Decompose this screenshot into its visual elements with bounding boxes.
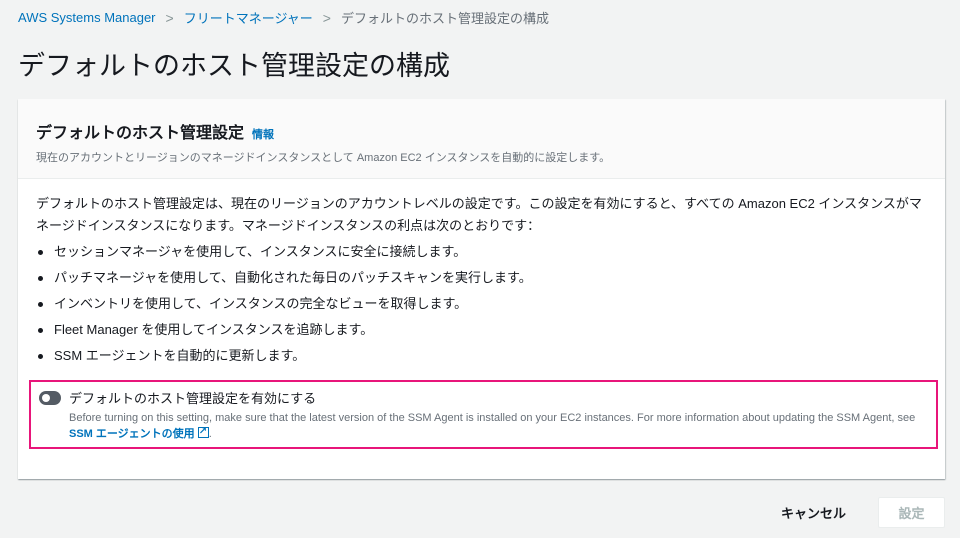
- card-title: デフォルトのホスト管理設定: [36, 125, 245, 142]
- list-item: Fleet Manager を使用してインスタンスを追跡します。: [36, 317, 927, 343]
- toggle-description: Before turning on this setting, make sur…: [69, 410, 928, 442]
- page-title: デフォルトのホスト管理設定の構成: [18, 51, 450, 81]
- breadcrumb: AWS Systems Manager > フリートマネージャー > デフォルト…: [18, 8, 549, 27]
- ssm-agent-link[interactable]: SSM エージェントの使用: [69, 424, 209, 440]
- list-item: セッションマネージャを使用して、インスタンスに安全に接続します。: [36, 239, 927, 265]
- toggle-description-end: .: [208, 428, 212, 440]
- enable-dhmc-toggle[interactable]: [39, 390, 61, 405]
- info-link[interactable]: 情報: [252, 126, 274, 142]
- breadcrumb-current: デフォルトのホスト管理設定の構成: [340, 11, 549, 26]
- breadcrumb-systems-manager[interactable]: AWS Systems Manager: [18, 10, 156, 25]
- enable-dhmc-toggle-row[interactable]: デフォルトのホスト管理設定を有効にする: [39, 388, 928, 407]
- benefits-list: セッションマネージャを使用して、インスタンスに安全に接続します。 パッチマネージ…: [36, 239, 927, 369]
- toggle-description-text: Before turning on this setting, make sur…: [69, 412, 916, 424]
- intro-text: デフォルトのホスト管理設定は、現在のリージョンのアカウントレベルの設定です。この…: [36, 196, 922, 233]
- chevron-right-icon: >: [322, 9, 331, 26]
- chevron-right-icon: >: [165, 9, 174, 26]
- cancel-button[interactable]: キャンセル: [781, 503, 846, 522]
- settings-card: デフォルトのホスト管理設定 情報 現在のアカウントとリージョンのマネージドインスタ…: [18, 99, 945, 479]
- list-item: パッチマネージャを使用して、自動化された毎日のパッチスキャンを実行します。: [36, 265, 927, 291]
- breadcrumb-fleet-manager[interactable]: フリートマネージャー: [184, 8, 313, 27]
- card-body: デフォルトのホスト管理設定は、現在のリージョンのアカウントレベルの設定です。この…: [18, 179, 945, 369]
- list-item: SSM エージェントを自動的に更新します。: [36, 343, 927, 369]
- external-link-icon: [197, 424, 209, 440]
- configure-button[interactable]: 設定: [878, 497, 945, 528]
- list-item: インベントリを使用して、インスタンスの完全なビューを取得します。: [36, 291, 927, 317]
- highlighted-toggle-region: デフォルトのホスト管理設定を有効にする Before turning on th…: [29, 380, 938, 449]
- ssm-agent-link-text: SSM エージェントの使用: [69, 428, 195, 440]
- toggle-label: デフォルトのホスト管理設定を有効にする: [69, 391, 317, 406]
- card-subtitle: 現在のアカウントとリージョンのマネージドインスタンスとして Amazon EC2…: [36, 152, 611, 164]
- card-header: デフォルトのホスト管理設定 情報 現在のアカウントとリージョンのマネージドインスタ…: [18, 99, 945, 179]
